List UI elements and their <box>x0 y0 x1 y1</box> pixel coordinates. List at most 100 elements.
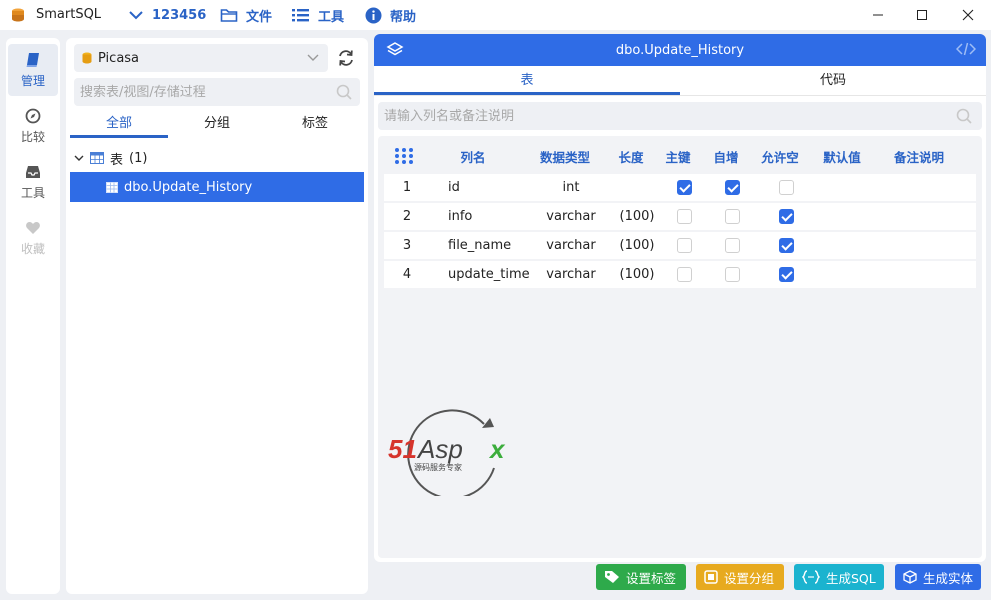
inbox-icon <box>26 165 40 178</box>
tree-item-label: dbo.Update_History <box>124 179 253 195</box>
object-search <box>74 78 360 106</box>
object-tabs: 全部 分组 标签 <box>70 112 364 138</box>
tab-all[interactable]: 全部 <box>70 112 168 138</box>
row-column-name: id <box>448 180 460 195</box>
row-length: (100) <box>619 209 655 224</box>
generate-sql-label: 生成SQL <box>826 570 876 586</box>
table-row[interactable]: 4 update_time varchar (100) <box>384 261 976 288</box>
title-bar: SmartSQL 123456 文件 工具 帮助 <box>0 0 991 30</box>
maximize-button[interactable] <box>899 0 945 30</box>
tab-code[interactable]: 代码 <box>680 70 986 95</box>
primary-key-checkbox[interactable] <box>676 238 692 253</box>
nav-item-favorites[interactable]: 收藏 <box>8 212 58 264</box>
identity-checkbox[interactable] <box>724 238 740 253</box>
left-nav: 管理 比较 工具 收藏 <box>6 38 60 594</box>
nullable-checkbox[interactable] <box>778 238 794 253</box>
nav-label-favorites: 收藏 <box>20 241 45 256</box>
grid-menu-button[interactable] <box>378 147 424 165</box>
generate-entity-label: 生成实体 <box>923 570 974 586</box>
table-icon <box>106 181 118 193</box>
set-group-label: 设置分组 <box>724 570 775 586</box>
generate-entity-button[interactable]: 生成实体 <box>895 564 981 590</box>
row-length: (100) <box>619 267 655 282</box>
refresh-icon <box>339 50 353 66</box>
primary-key-checkbox[interactable] <box>676 209 692 224</box>
identity-checkbox[interactable] <box>724 209 740 224</box>
minimize-button[interactable] <box>855 0 901 30</box>
nullable-checkbox[interactable] <box>778 267 794 282</box>
search-icon <box>956 108 972 124</box>
database-name: Picasa <box>98 50 140 66</box>
refresh-button[interactable] <box>334 46 358 70</box>
connection-label: 123456 <box>152 7 207 23</box>
maximize-icon <box>917 10 927 20</box>
heart-icon <box>26 221 40 234</box>
header-default: 默认值 <box>823 149 861 165</box>
book-icon <box>26 52 39 67</box>
nav-label-manage: 管理 <box>20 73 45 88</box>
tree-group-label: 表 <box>110 152 124 168</box>
nav-item-compare[interactable]: 比较 <box>8 100 58 152</box>
close-button[interactable] <box>945 0 991 30</box>
compass-icon <box>25 108 41 123</box>
header-remark: 备注说明 <box>893 149 944 165</box>
group-icon <box>704 570 718 584</box>
info-icon <box>365 7 382 23</box>
row-data-type: varchar <box>546 267 596 282</box>
watermark-brand-aspx: Asp <box>416 434 463 464</box>
file-menu[interactable]: 文件 <box>220 0 272 30</box>
connection-menu[interactable]: 123456 <box>128 0 206 30</box>
header-nullable: 允许空 <box>761 149 799 165</box>
help-menu[interactable]: 帮助 <box>365 0 416 30</box>
detail-title: dbo.Update_History <box>615 42 745 58</box>
nav-label-tools: 工具 <box>20 185 45 200</box>
watermark-logo: 51 Asp x 源码服务专家 <box>388 409 506 496</box>
tools-menu[interactable]: 工具 <box>292 0 344 30</box>
braces-icon <box>802 570 820 584</box>
nav-item-manage[interactable]: 管理 <box>8 44 58 96</box>
header-identity: 自增 <box>713 149 739 165</box>
row-number: 2 <box>402 209 412 224</box>
header-data-type: 数据类型 <box>539 149 590 165</box>
watermark-brand-x: x <box>488 434 506 464</box>
nullable-checkbox[interactable] <box>778 180 794 195</box>
tab-table[interactable]: 表 <box>374 70 680 95</box>
set-group-button[interactable]: 设置分组 <box>696 564 784 590</box>
help-menu-label: 帮助 <box>390 9 417 25</box>
tab-tag[interactable]: 标签 <box>266 112 364 138</box>
identity-checkbox[interactable] <box>724 180 740 195</box>
tree-item-table[interactable]: dbo.Update_History <box>70 172 364 202</box>
nullable-checkbox[interactable] <box>778 209 794 224</box>
tab-group[interactable]: 分组 <box>168 112 266 138</box>
app-title: SmartSQL <box>36 7 102 22</box>
search-icon <box>336 84 352 100</box>
header-length: 长度 <box>618 149 644 165</box>
column-search-input[interactable] <box>378 102 938 130</box>
code-icon[interactable] <box>956 42 976 56</box>
table-row[interactable]: 1 id int <box>384 174 976 201</box>
header-column-name: 列名 <box>460 149 486 165</box>
tree-group-tables[interactable]: 表 (1) <box>74 148 147 168</box>
close-icon <box>962 9 974 21</box>
minimize-icon <box>873 14 883 16</box>
generate-sql-button[interactable]: 生成SQL <box>794 564 884 590</box>
database-select[interactable]: Picasa <box>74 44 328 72</box>
watermark-brand-51: 51 <box>388 434 417 464</box>
table-row[interactable]: 3 file_name varchar (100) <box>384 232 976 259</box>
primary-key-checkbox[interactable] <box>676 267 692 282</box>
row-data-type: varchar <box>546 209 596 224</box>
row-number: 1 <box>402 180 412 195</box>
row-number: 4 <box>402 267 412 282</box>
primary-key-checkbox[interactable] <box>676 180 692 195</box>
table-row[interactable]: 2 info varchar (100) <box>384 203 976 230</box>
identity-checkbox[interactable] <box>724 267 740 282</box>
object-search-input[interactable] <box>74 78 324 106</box>
nav-item-tools[interactable]: 工具 <box>8 156 58 208</box>
column-search <box>378 102 982 130</box>
set-tag-button[interactable]: 设置标签 <box>596 564 686 590</box>
watermark-slogan: 源码服务专家 <box>414 462 462 472</box>
row-column-name: file_name <box>448 238 512 253</box>
set-tag-label: 设置标签 <box>626 570 677 586</box>
row-number: 3 <box>402 238 412 253</box>
layers-icon <box>386 42 404 56</box>
